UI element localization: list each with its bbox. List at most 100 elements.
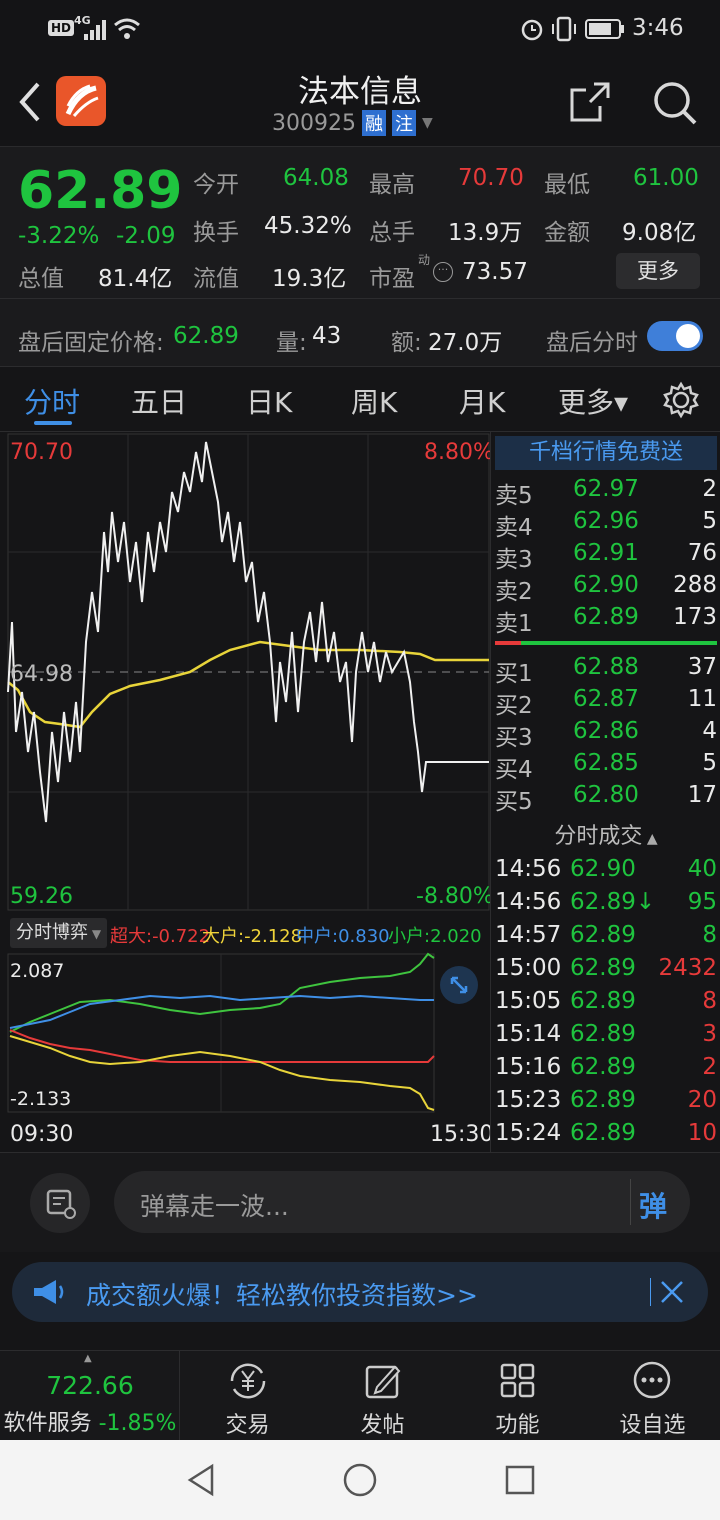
- system-recents-icon[interactable]: [504, 1464, 536, 1496]
- after-hours-toggle[interactable]: [647, 321, 703, 351]
- search-icon[interactable]: [650, 78, 698, 126]
- tab-weekly-k[interactable]: 周K: [351, 381, 397, 421]
- tab-active-indicator: [34, 421, 72, 425]
- banner-text: 成交额火爆！轻松教你投资指数>>: [86, 1281, 478, 1310]
- ask-label: 卖4: [495, 515, 533, 541]
- trade-volume: 2432: [658, 955, 717, 981]
- large-holders-line: [9, 1035, 435, 1111]
- tab-daily-k[interactable]: 日K: [246, 381, 292, 421]
- system-nav-bar: [0, 1440, 720, 1520]
- axis-top-pct: 8.80%: [424, 440, 494, 465]
- bid-row-2[interactable]: 买2 62.87 11: [491, 686, 720, 719]
- ask-row-1[interactable]: 卖1 62.89 173: [491, 604, 720, 637]
- ask-row-4[interactable]: 卖4 62.96 5: [491, 508, 720, 541]
- mktcap-value: 81.4亿: [98, 266, 173, 292]
- settings-gear-icon[interactable]: [662, 381, 700, 419]
- bid-row-5[interactable]: 买5 62.80 17: [491, 782, 720, 815]
- trade-price: 62.89: [570, 922, 636, 948]
- ask-row-3[interactable]: 卖3 62.91 76: [491, 540, 720, 573]
- status-bar: HD 4G 3:46: [0, 0, 720, 58]
- nav-post[interactable]: 发帖: [315, 1351, 450, 1441]
- sub-indicator-select[interactable]: 分时博弈 ▼: [10, 918, 108, 948]
- danmaku-placeholder: 弹幕走一波...: [140, 1192, 289, 1221]
- bid-row-4[interactable]: 买4 62.85 5: [491, 750, 720, 783]
- nav-trade-label: 交易: [225, 1413, 270, 1438]
- system-back-icon[interactable]: [184, 1462, 218, 1498]
- system-home-icon[interactable]: [342, 1462, 378, 1498]
- bid-row-1[interactable]: 买1 62.88 37: [491, 654, 720, 687]
- tab-monthly-k[interactable]: 月K: [459, 381, 505, 421]
- nav-post-label: 发帖: [360, 1413, 405, 1438]
- trade-row: 14:57 62.89 8: [491, 922, 720, 954]
- after-hours-toggle-label: 盘后分时: [546, 330, 638, 356]
- axis-bottom-pct: -8.80%: [416, 884, 494, 909]
- legend-mid: 中户:0.830: [296, 926, 390, 947]
- stock-code: 300925: [272, 110, 356, 136]
- ask-row-2[interactable]: 卖2 62.90 288: [491, 572, 720, 605]
- quote-panel: 62.89 -3.22% -2.09 总值 81.4亿 今开 64.08 最高 …: [0, 146, 720, 298]
- danmaku-input[interactable]: 弹幕走一波... 弹: [114, 1171, 690, 1233]
- bottom-nav: ▲ 722.66 软件服务 -1.85% 交易 发帖 功能 设自选: [0, 1350, 720, 1441]
- more-button[interactable]: 更多: [616, 253, 700, 289]
- pe-label: 市盈: [369, 266, 415, 292]
- stock-code-row[interactable]: 300925 融 注 ▼: [272, 110, 433, 136]
- after-hours-amt-label: 额:: [391, 330, 422, 356]
- ask-price: 62.97: [573, 476, 639, 502]
- trade-row: 15:16 62.89 2: [491, 1054, 720, 1086]
- tab-five-day[interactable]: 五日: [131, 381, 187, 421]
- nav-sector-index[interactable]: ▲ 722.66 软件服务 -1.85%: [0, 1351, 180, 1441]
- volume-value: 13.9万: [448, 220, 523, 246]
- margin-badge: 融: [361, 110, 386, 136]
- bid-volume: 17: [687, 782, 717, 808]
- ask-price: 62.90: [573, 572, 639, 598]
- ask-volume: 5: [702, 508, 717, 534]
- caret-down-icon: ▼: [88, 927, 102, 941]
- bid-volume: 5: [702, 750, 717, 776]
- trade-row: 15:05 62.89 8: [491, 988, 720, 1020]
- info-dots-icon[interactable]: ···: [433, 262, 453, 282]
- nav-trade[interactable]: 交易: [180, 1351, 315, 1441]
- axis-top-price: 70.70: [10, 440, 73, 465]
- legend-super: 超大:-0.722: [110, 926, 211, 947]
- nav-function[interactable]: 功能: [450, 1351, 585, 1441]
- change-value: -2.09: [116, 223, 176, 249]
- alarm-icon: [521, 19, 543, 41]
- bid-row-3[interactable]: 买3 62.86 4: [491, 718, 720, 751]
- turnover-label: 换手: [193, 220, 239, 246]
- trade-row: 14:56 62.90 40: [491, 856, 720, 888]
- trade-row: 14:56 62.89↓ 95: [491, 889, 720, 921]
- sector-index-row: 软件服务 -1.85%: [0, 1405, 180, 1437]
- share-icon[interactable]: [568, 80, 612, 124]
- bid-volume: 11: [687, 686, 717, 712]
- nav-add-watchlist[interactable]: 设自选: [585, 1351, 720, 1441]
- promo-banner[interactable]: 成交额火爆！轻松教你投资指数>>: [12, 1262, 708, 1322]
- trades-title[interactable]: 分时成交 ▲: [491, 818, 720, 850]
- danmaku-settings-button[interactable]: [30, 1173, 90, 1233]
- trade-time: 15:00: [495, 955, 562, 981]
- ask-row-5[interactable]: 卖5 62.97 2: [491, 476, 720, 509]
- sector-change: -1.85%: [98, 1411, 177, 1436]
- tab-intraday[interactable]: 分时: [24, 381, 80, 421]
- float-label: 流值: [193, 266, 239, 292]
- header: 法本信息 300925 融 注 ▼: [0, 58, 720, 146]
- order-book-promo[interactable]: 千档行情免费送: [495, 436, 717, 470]
- sub-chart[interactable]: [0, 952, 490, 1116]
- bid-ask-ratio-bar: [495, 641, 717, 645]
- after-hours-vol-label: 量:: [276, 330, 307, 356]
- bid-price: 62.80: [573, 782, 639, 808]
- danmaku-send-button[interactable]: 弹: [630, 1179, 676, 1225]
- intraday-chart[interactable]: [0, 432, 490, 912]
- clock: 3:46: [632, 15, 684, 41]
- caret-up-icon: ▲: [642, 831, 658, 847]
- close-icon[interactable]: [660, 1280, 684, 1304]
- trade-price: 62.89: [570, 988, 636, 1014]
- banner-divider: [650, 1278, 651, 1306]
- expand-button[interactable]: [440, 966, 478, 1004]
- open-value: 64.08: [283, 165, 349, 191]
- trade-time: 15:16: [495, 1054, 562, 1080]
- tab-more[interactable]: 更多▾: [558, 381, 628, 421]
- bid-label: 买5: [495, 789, 533, 815]
- last-price: 62.89: [18, 161, 183, 221]
- trade-volume: 3: [702, 1021, 717, 1047]
- toggle-knob: [676, 324, 700, 348]
